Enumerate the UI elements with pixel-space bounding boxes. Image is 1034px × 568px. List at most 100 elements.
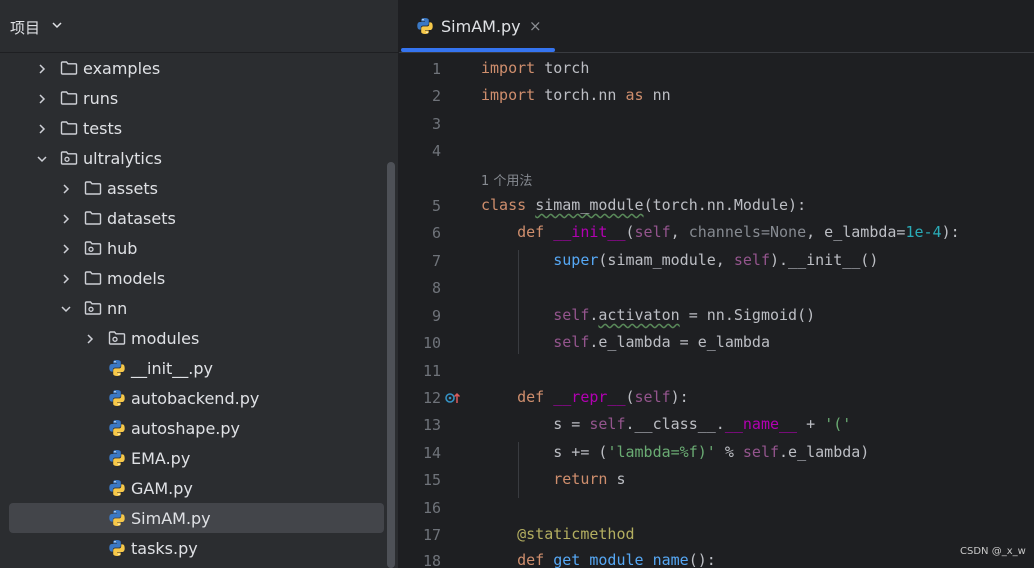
tree-item-nn[interactable]: nn: [0, 293, 388, 323]
code-line-9: self.activaton = nn.Sigmoid(): [553, 306, 816, 324]
code-line-17: @staticmethod: [517, 525, 635, 543]
tree-item-examples[interactable]: examples: [0, 53, 388, 83]
line-number: 11: [422, 362, 441, 380]
code-line-15: return s: [553, 470, 626, 488]
tree-item-label: models: [107, 269, 166, 288]
chevron-right-icon[interactable]: [35, 121, 49, 135]
tree-item-label: hub: [107, 239, 138, 258]
line-number: 8: [431, 279, 441, 297]
tree-item-modules[interactable]: modules: [0, 323, 388, 353]
python-file-icon: [108, 449, 126, 466]
chevron-right-icon[interactable]: [83, 331, 97, 345]
editor-panel: SimAM.py × 1 2 3 4 5 6 7 8 9 10 11 12 13…: [399, 0, 1034, 568]
tree-item-init-py[interactable]: __init__.py: [0, 353, 388, 383]
line-number: 13: [422, 416, 441, 434]
line-number: 2: [431, 87, 441, 105]
editor-tab-bar: SimAM.py ×: [399, 0, 1034, 53]
chevron-right-icon[interactable]: [35, 61, 49, 75]
line-number: 14: [422, 444, 441, 462]
code-line-10: self.e_lambda = e_lambda: [553, 333, 770, 351]
code-line-12: def __repr__(self):: [517, 388, 689, 406]
tree-item-autobackend-py[interactable]: autobackend.py: [0, 383, 388, 413]
line-number: 18: [422, 552, 441, 568]
code-line-14: s += ('lambda=%f)' % self.e_lambda): [553, 443, 870, 461]
line-number: 3: [431, 115, 441, 133]
chevron-right-icon[interactable]: [59, 181, 73, 195]
line-number: 6: [431, 224, 441, 242]
line-number: 4: [431, 142, 441, 160]
chevron-down-icon[interactable]: [59, 301, 73, 315]
package-folder-icon: [60, 150, 78, 166]
line-number: 5: [431, 197, 441, 215]
tree-item-gam-py[interactable]: GAM.py: [0, 473, 388, 503]
tree-item-hub[interactable]: hub: [0, 233, 388, 263]
line-number: 16: [422, 499, 441, 517]
chevron-right-icon[interactable]: [59, 211, 73, 225]
override-gutter-icon[interactable]: [445, 391, 461, 405]
close-icon[interactable]: ×: [529, 17, 542, 35]
package-folder-icon: [84, 240, 102, 256]
project-sidebar: 项目 examples runs tests ultralytics assets dat…: [0, 0, 398, 568]
code-line-18: def get_module_name():: [517, 551, 716, 568]
tree-item-tasks-py[interactable]: tasks.py: [0, 533, 388, 563]
package-folder-icon: [108, 330, 126, 346]
tree-item-label: runs: [83, 89, 119, 108]
line-number: 7: [431, 252, 441, 270]
python-file-icon: [108, 359, 126, 376]
tree-item-ultralytics[interactable]: ultralytics: [0, 143, 388, 173]
tree-item-label: assets: [107, 179, 158, 198]
line-number: 12: [422, 389, 441, 407]
folder-icon: [60, 120, 78, 136]
code-line-7: super(simam_module, self).__init__(): [553, 251, 879, 269]
usage-hint[interactable]: 1 个用法: [481, 170, 532, 189]
sidebar-title[interactable]: 项目: [10, 17, 40, 38]
tree-item-models[interactable]: models: [0, 263, 388, 293]
python-file-icon: [417, 18, 433, 34]
tree-item-label: tasks.py: [131, 539, 198, 558]
tree-item-runs[interactable]: runs: [0, 83, 388, 113]
code-line-6: def __init__(self, channels=None, e_lamb…: [517, 223, 960, 241]
tree-item-label: autobackend.py: [131, 389, 260, 408]
sidebar-scrollbar[interactable]: [387, 162, 395, 568]
tree-item-label: autoshape.py: [131, 419, 240, 438]
line-number: 1: [431, 60, 441, 78]
tree-item-autoshape-py[interactable]: autoshape.py: [0, 413, 388, 443]
chevron-right-icon[interactable]: [59, 241, 73, 255]
python-file-icon: [108, 479, 126, 496]
tree-item-label: tests: [83, 119, 123, 138]
folder-icon: [60, 90, 78, 106]
tree-item-label: SimAM.py: [131, 509, 211, 528]
chevron-down-icon[interactable]: [51, 19, 63, 31]
tree-item-label: modules: [131, 329, 200, 348]
chevron-right-icon[interactable]: [35, 91, 49, 105]
sidebar-header[interactable]: 项目: [0, 0, 398, 53]
watermark: CSDN @_x_w: [960, 546, 1026, 557]
chevron-down-icon[interactable]: [35, 151, 49, 165]
tree-item-label: nn: [107, 299, 128, 318]
line-number: 10: [422, 334, 441, 352]
line-number: 15: [422, 471, 441, 489]
code-line-5: class simam_module(torch.nn.Module):: [481, 196, 807, 214]
tab-label[interactable]: SimAM.py: [441, 17, 521, 36]
tab-simam[interactable]: SimAM.py ×: [399, 0, 556, 52]
tree-item-tests[interactable]: tests: [0, 113, 388, 143]
tree-item-simam-py[interactable]: SimAM.py: [0, 503, 388, 533]
folder-icon: [84, 270, 102, 286]
tree-item-datasets[interactable]: datasets: [0, 203, 388, 233]
tree-item-label: EMA.py: [131, 449, 191, 468]
python-file-icon: [108, 419, 126, 436]
tree-item-label: ultralytics: [83, 149, 163, 168]
python-file-icon: [108, 539, 126, 556]
code-line-1: import torch: [481, 59, 590, 77]
folder-icon: [84, 210, 102, 226]
tree-item-ema-py[interactable]: EMA.py: [0, 443, 388, 473]
folder-icon: [60, 60, 78, 76]
tree-item-assets[interactable]: assets: [0, 173, 388, 203]
folder-icon: [84, 180, 102, 196]
code-area[interactable]: 1 2 3 4 5 6 7 8 9 10 11 12 13 14 15 16 1…: [399, 52, 1034, 568]
python-file-icon: [108, 389, 126, 406]
chevron-right-icon[interactable]: [59, 271, 73, 285]
tree-item-label: examples: [83, 59, 161, 78]
tree-item-label: __init__.py: [131, 359, 214, 378]
line-number: 9: [431, 307, 441, 325]
